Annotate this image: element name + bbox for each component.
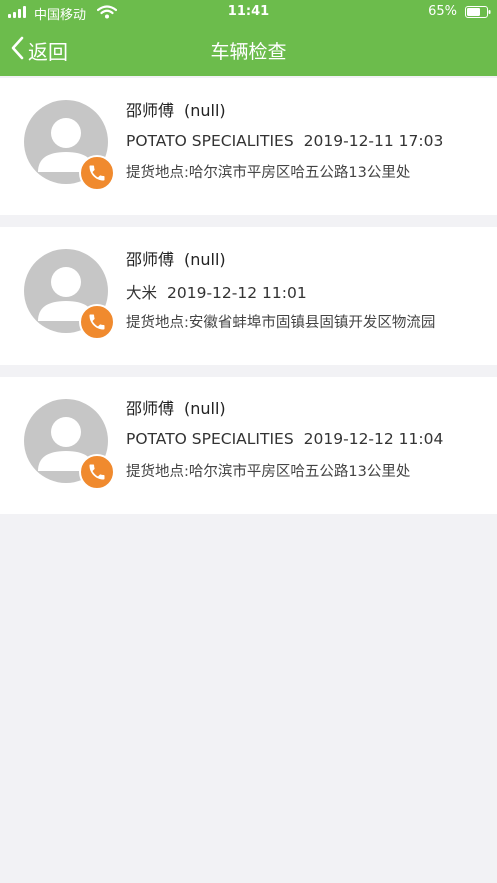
driver-name: 邵师傅 bbox=[126, 101, 175, 120]
status-time: 11:41 bbox=[227, 4, 270, 19]
driver-avatar bbox=[24, 100, 116, 192]
status-bar: 中国移动 11:41 65% bbox=[0, 0, 497, 24]
pickup-address: 提货地点:哈尔滨市平房区哈五公路13公里处 bbox=[126, 464, 411, 480]
driver-info: 邵师傅 (null) bbox=[126, 97, 226, 121]
phone-call-icon[interactable] bbox=[79, 454, 115, 490]
pickup-address: 提货地点:哈尔滨市平房区哈五公路13公里处 bbox=[126, 165, 411, 181]
driver-name: 邵师傅 bbox=[126, 250, 175, 269]
record-datetime: 2019-12-12 11:04 bbox=[303, 430, 444, 448]
driver-phone: (null) bbox=[184, 250, 226, 269]
driver-phone: (null) bbox=[184, 399, 226, 418]
goods-name: POTATO SPECIALITIES bbox=[126, 132, 294, 150]
battery-percent: 65% bbox=[428, 4, 457, 19]
driver-info: 邵师傅 (null) bbox=[126, 246, 226, 270]
list-item[interactable]: 邵师傅 (null) 大米 2019-12-12 11:01 提货地点:安徽省蚌埠市… bbox=[0, 227, 497, 365]
driver-avatar bbox=[24, 399, 116, 491]
list-item[interactable]: 邵师傅 (null) POTATO SPECIALITIES 2019-12-12 … bbox=[0, 377, 497, 514]
goods-name: POTATO SPECIALITIES bbox=[126, 430, 294, 448]
phone-call-icon[interactable] bbox=[79, 304, 115, 340]
page-title: 车辆检查 bbox=[210, 41, 287, 63]
battery-icon bbox=[465, 6, 491, 18]
driver-phone: (null) bbox=[184, 101, 226, 120]
header-bar: 中国移动 11:41 65% 返回 车辆检查 bbox=[0, 0, 497, 76]
phone-call-icon[interactable] bbox=[79, 155, 115, 191]
goods-name: 大米 bbox=[126, 284, 158, 302]
record-datetime: 2019-12-12 11:01 bbox=[167, 284, 307, 302]
cargo-info: POTATO SPECIALITIES 2019-12-12 11:04 bbox=[126, 430, 443, 448]
driver-avatar bbox=[24, 249, 116, 341]
pickup-address: 提货地点:安徽省蚌埠市固镇县固镇开发区物流园 bbox=[126, 315, 436, 331]
list-item[interactable]: 邵师傅 (null) POTATO SPECIALITIES 2019-12-11 … bbox=[0, 78, 497, 215]
driver-info: 邵师傅 (null) bbox=[126, 395, 226, 419]
driver-name: 邵师傅 bbox=[126, 399, 175, 418]
record-datetime: 2019-12-11 17:03 bbox=[303, 132, 444, 150]
cargo-info: 大米 2019-12-12 11:01 bbox=[126, 281, 307, 303]
cargo-info: POTATO SPECIALITIES 2019-12-11 17:03 bbox=[126, 132, 443, 150]
